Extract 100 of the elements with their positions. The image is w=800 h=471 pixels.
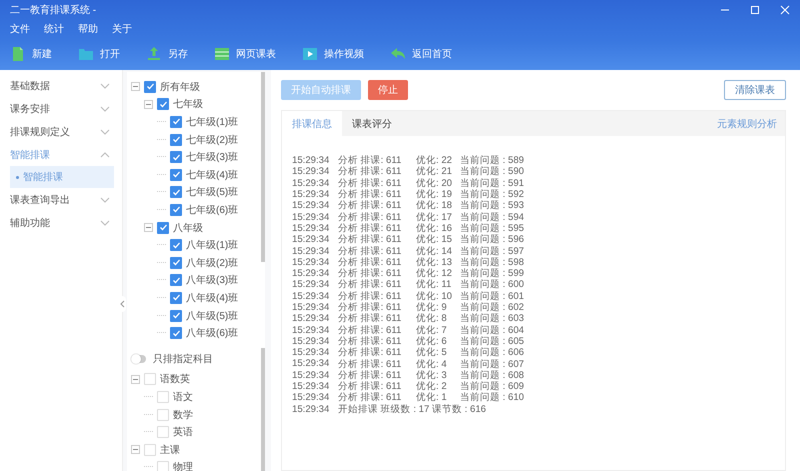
checkbox[interactable] bbox=[170, 327, 182, 340]
tree-item-label[interactable]: 七年级(4)班 bbox=[186, 168, 238, 182]
checkbox[interactable] bbox=[170, 116, 182, 128]
tree-item-label[interactable]: 语数英 bbox=[160, 372, 190, 386]
sidebar-item[interactable]: 排课规则定义 bbox=[10, 124, 70, 138]
checkbox[interactable] bbox=[170, 134, 182, 146]
log-text: 优化: 3 bbox=[416, 368, 448, 381]
toolbar-button[interactable]: 返回首页 bbox=[390, 46, 452, 62]
log-text: 分析 排课: 611 bbox=[338, 199, 402, 212]
toolbar-button[interactable]: 另存 bbox=[146, 46, 188, 62]
log-text: 优化: 9 bbox=[416, 301, 448, 314]
tree-item-label[interactable]: 八年级(4)班 bbox=[186, 290, 238, 305]
log-text: 分析 排课: 611 bbox=[338, 233, 402, 246]
collapse-handle[interactable] bbox=[118, 296, 126, 312]
tree-item-label[interactable]: 七年级(5)班 bbox=[186, 185, 238, 200]
checkbox[interactable] bbox=[157, 222, 169, 234]
toolbar-button[interactable]: 操作视频 bbox=[302, 46, 364, 62]
log-text: 分析 排课: 611 bbox=[338, 256, 402, 268]
video-icon bbox=[302, 46, 318, 62]
collapse-icon[interactable] bbox=[131, 374, 140, 384]
back-arrow-icon bbox=[390, 46, 406, 62]
checkbox[interactable] bbox=[170, 186, 182, 198]
checkbox[interactable] bbox=[157, 98, 169, 110]
log-text: 当前问题 : 595 bbox=[460, 222, 524, 234]
log-time: 15:29:34 bbox=[292, 268, 330, 280]
log-time: 15:29:34 bbox=[292, 189, 330, 200]
log-time: 15:29:34 bbox=[292, 178, 330, 189]
checkbox[interactable] bbox=[144, 80, 156, 93]
log-text: 当前问题 : 592 bbox=[460, 188, 524, 200]
tree-item-label[interactable]: 数学 bbox=[173, 408, 193, 422]
menu-item[interactable]: 统计 bbox=[44, 22, 64, 36]
menu-item[interactable]: 文件 bbox=[10, 22, 30, 36]
log-time: 15:29:34 bbox=[292, 404, 330, 415]
menu-item[interactable]: 关于 bbox=[112, 22, 132, 36]
log-text: 优化: 20 bbox=[416, 176, 454, 189]
log-time: 15:29:34 bbox=[292, 324, 330, 336]
tree-item-label[interactable]: 语文 bbox=[173, 390, 193, 404]
table-icon bbox=[214, 46, 230, 62]
tree-item-label[interactable]: 八年级(1)班 bbox=[186, 238, 238, 252]
collapse-icon[interactable] bbox=[131, 445, 140, 454]
log-text: 优化: 17 bbox=[416, 210, 454, 223]
tree-item-label[interactable]: 七年级 bbox=[173, 97, 203, 112]
tree-item-label[interactable]: 七年级(6)班 bbox=[186, 202, 238, 217]
checkbox[interactable] bbox=[170, 239, 182, 252]
log-text: 优化: 8 bbox=[416, 312, 448, 325]
scrollbar[interactable] bbox=[261, 72, 265, 262]
log-text: 优化: 7 bbox=[416, 324, 448, 336]
log-text: 优化: 18 bbox=[416, 199, 454, 212]
tree-item-label[interactable]: 八年级(3)班 bbox=[186, 273, 238, 288]
menu-item[interactable]: 帮助 bbox=[78, 22, 98, 36]
toolbar-button[interactable]: 网页课表 bbox=[214, 46, 276, 62]
tree-item-label[interactable]: 八年级(6)班 bbox=[186, 326, 238, 340]
tab[interactable]: 课表评分 bbox=[342, 111, 402, 136]
checkbox[interactable] bbox=[170, 151, 182, 164]
checkbox[interactable] bbox=[170, 274, 182, 286]
log-text: 分析 排课: 611 bbox=[338, 222, 402, 234]
log-text: 优化: 14 bbox=[416, 244, 454, 257]
checkbox[interactable] bbox=[170, 204, 182, 216]
tree-item-label[interactable]: 七年级(1)班 bbox=[186, 114, 238, 129]
log-text: 当前问题 : 600 bbox=[460, 278, 524, 291]
log-text: 分析 排课: 611 bbox=[338, 244, 402, 257]
toolbar-button[interactable]: 新建 bbox=[10, 46, 52, 62]
log-text: 当前问题 : 610 bbox=[460, 391, 524, 404]
checkbox[interactable] bbox=[170, 256, 182, 269]
log-time: 15:29:34 bbox=[292, 256, 330, 268]
file-icon bbox=[10, 46, 26, 62]
log-text: 分析 排课: 611 bbox=[338, 210, 402, 223]
sidebar-item[interactable]: 辅助功能 bbox=[10, 216, 50, 230]
tree-item-label[interactable]: 七年级(3)班 bbox=[186, 150, 238, 164]
tree-item-label[interactable]: 八年级(2)班 bbox=[186, 256, 238, 270]
clear-button[interactable]: 清除课表 bbox=[724, 80, 786, 100]
log-text: 分析 排课: 611 bbox=[338, 154, 402, 166]
toggle-switch[interactable] bbox=[131, 354, 146, 363]
tree-item-label[interactable]: 主课 bbox=[160, 442, 180, 457]
log-text: 当前问题 : 591 bbox=[460, 176, 524, 189]
collapse-icon[interactable] bbox=[144, 100, 153, 109]
log-text: 分析 排课: 611 bbox=[338, 267, 402, 280]
tree-item-label[interactable]: 八年级 bbox=[173, 220, 203, 235]
log-text: 当前问题 : 593 bbox=[460, 199, 524, 212]
log-text: 当前问题 : 589 bbox=[460, 154, 524, 166]
tree-item-label[interactable]: 所有年级 bbox=[160, 80, 200, 94]
sidebar-item[interactable]: 基础数据 bbox=[10, 78, 50, 92]
tree-item-label[interactable]: 七年级(2)班 bbox=[186, 132, 238, 147]
scrollbar[interactable] bbox=[261, 348, 265, 471]
checkbox[interactable] bbox=[170, 310, 182, 322]
log-time: 15:29:34 bbox=[292, 336, 330, 347]
upload-icon bbox=[146, 46, 162, 62]
collapse-icon[interactable] bbox=[131, 82, 140, 92]
sidebar-item[interactable]: 课表查询导出 bbox=[10, 192, 70, 206]
log-text: 当前问题 : 604 bbox=[460, 324, 524, 336]
log-time: 15:29:34 bbox=[292, 200, 330, 212]
tree-item-label[interactable]: 英语 bbox=[173, 425, 193, 440]
collapse-icon[interactable] bbox=[144, 223, 153, 232]
log-text: 分析 排课: 611 bbox=[338, 334, 402, 347]
checkbox[interactable] bbox=[170, 168, 182, 181]
tree-item-label[interactable]: 八年级(5)班 bbox=[186, 308, 238, 323]
sidebar-item[interactable]: 课务安排 bbox=[10, 102, 50, 116]
log-time: 15:29:34 bbox=[292, 166, 330, 178]
toolbar-button[interactable]: 打开 bbox=[78, 46, 120, 62]
checkbox[interactable] bbox=[170, 292, 182, 304]
